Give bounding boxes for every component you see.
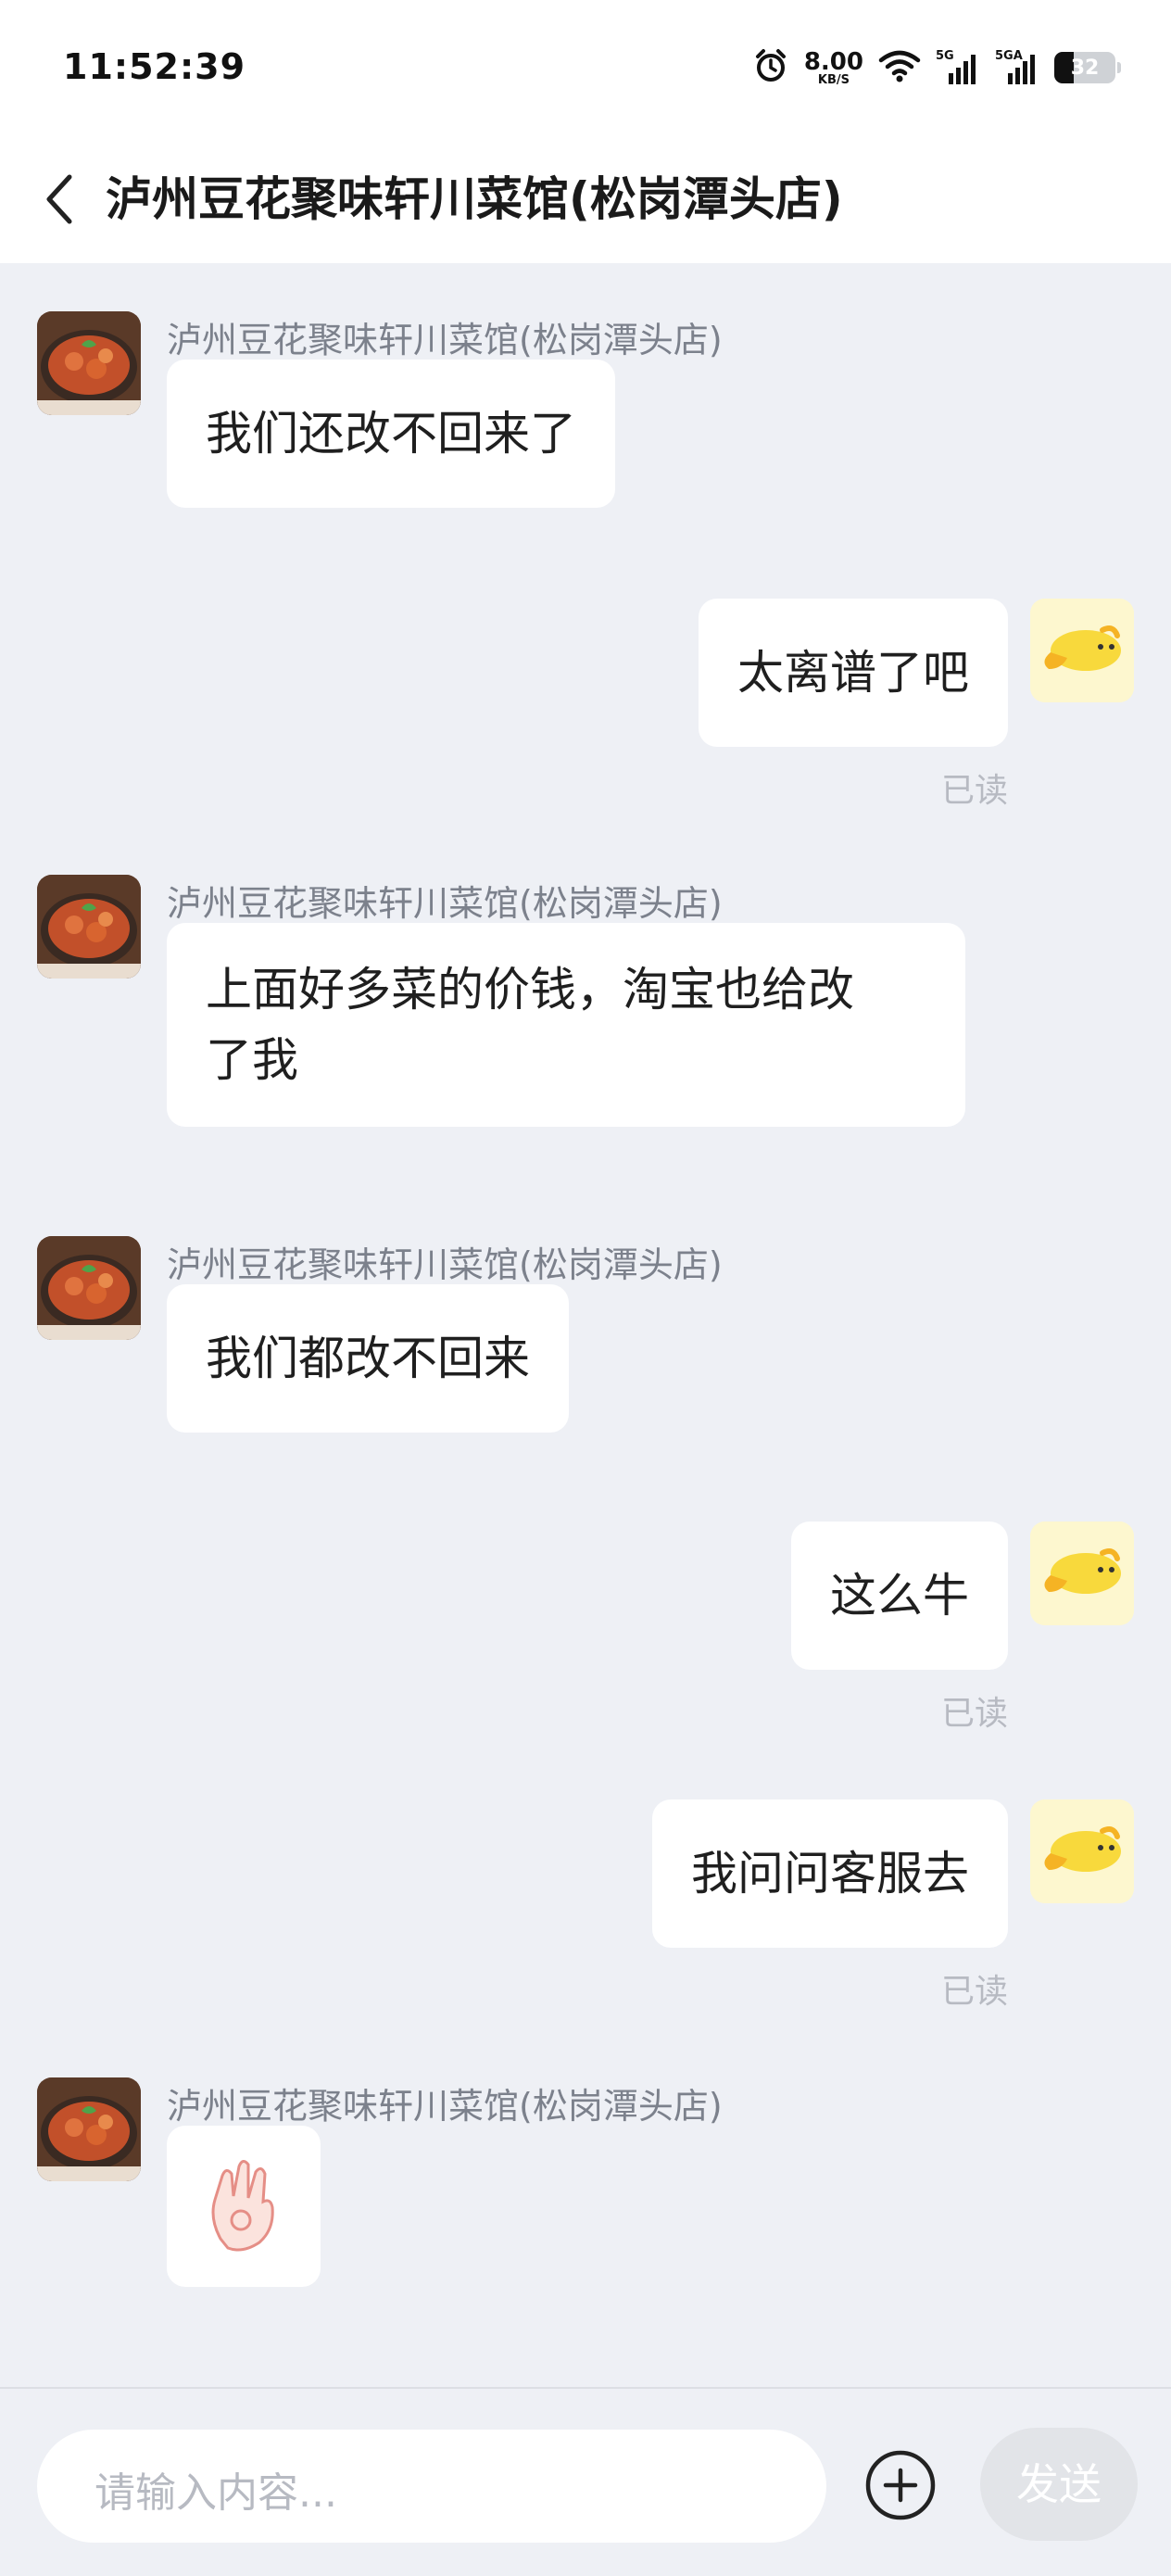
user-avatar[interactable] — [1030, 1799, 1134, 1903]
merchant-avatar[interactable] — [37, 2077, 141, 2181]
page-title: 泸州豆花聚味轩川菜馆(松岗潭头店) — [106, 172, 843, 226]
signal-5g-icon: 5G — [936, 49, 980, 86]
message-bubble[interactable]: 我们都改不回来 — [167, 1284, 569, 1433]
message-outgoing: 太离谱了吧 已读 — [0, 599, 1171, 810]
wifi-icon — [878, 49, 921, 86]
message-input[interactable]: 请输入内容... — [37, 2430, 826, 2543]
message-line: 了我 — [206, 1033, 298, 1087]
read-status: 已读 — [940, 1695, 1008, 1733]
merchant-avatar[interactable] — [37, 1236, 141, 1340]
status-icons: 8.00 KB/S 5G 5GA 32 — [752, 44, 1121, 91]
message-outgoing: 这么牛 已读 — [0, 1522, 1171, 1733]
message-outgoing: 我问问客服去 已读 — [0, 1799, 1171, 2011]
ok-hand-icon — [211, 2160, 274, 2252]
message-line: 上面好多菜的价钱，淘宝也给改 — [206, 963, 854, 1017]
battery-icon: 32 — [1054, 52, 1121, 83]
back-button[interactable] — [28, 167, 93, 232]
sender-name: 泸州豆花聚味轩川菜馆(松岗潭头店) — [167, 1244, 723, 1285]
header-bar: 泸州豆花聚味轩川菜馆(松岗潭头店) — [0, 139, 1171, 263]
sender-name: 泸州豆花聚味轩川菜馆(松岗潭头店) — [167, 320, 723, 360]
message-input-placeholder: 请输入内容... — [94, 2469, 337, 2517]
read-status: 已读 — [940, 1973, 1008, 2011]
message-bubble[interactable]: 这么牛 — [791, 1522, 1008, 1670]
chat-list[interactable]: 泸州豆花聚味轩川菜馆(松岗潭头店) 我们还改不回来了 太离谱了吧 已读 泸州豆花… — [0, 263, 1171, 2387]
message-incoming: 泸州豆花聚味轩川菜馆(松岗潭头店) 我们都改不回来 — [0, 1236, 1171, 1458]
status-time: 11:52:39 — [63, 46, 246, 87]
message-incoming: 泸州豆花聚味轩川菜馆(松岗潭头店) 上面好多菜的价钱，淘宝也给改 了我 — [0, 875, 1171, 1208]
sender-name: 泸州豆花聚味轩川菜馆(松岗潭头店) — [167, 883, 723, 924]
user-avatar[interactable] — [1030, 1522, 1134, 1625]
message-incoming: 泸州豆花聚味轩川菜馆(松岗潭头店) — [0, 2077, 1171, 2318]
merchant-avatar[interactable] — [37, 875, 141, 979]
read-status: 已读 — [940, 772, 1008, 810]
alarm-icon — [752, 47, 789, 88]
send-button[interactable]: 发送 — [980, 2428, 1138, 2541]
network-speed: 8.00 KB/S — [804, 50, 863, 86]
user-avatar[interactable] — [1030, 599, 1134, 702]
message-incoming: 泸州豆花聚味轩川菜馆(松岗潭头店) 我们还改不回来了 — [0, 311, 1171, 534]
composer-bar: 请输入内容... 发送 — [0, 2387, 1171, 2576]
chevron-left-icon — [46, 174, 72, 224]
signal-5ga-icon: 5GA — [995, 49, 1039, 86]
message-bubble[interactable]: 我们还改不回来了 — [167, 360, 615, 508]
network-speed-value: 8.00 — [803, 47, 863, 76]
message-bubble[interactable]: 我问问客服去 — [652, 1799, 1008, 1948]
plus-circle-icon — [865, 2450, 936, 2520]
sender-name: 泸州豆花聚味轩川菜馆(松岗潭头店) — [167, 2086, 723, 2127]
message-bubble[interactable]: 上面好多菜的价钱，淘宝也给改 了我 — [167, 923, 965, 1127]
message-bubble[interactable]: 太离谱了吧 — [699, 599, 1008, 747]
network-speed-unit: KB/S — [817, 72, 850, 87]
merchant-avatar[interactable] — [37, 311, 141, 415]
add-attachment-button[interactable] — [863, 2448, 938, 2522]
status-bar: 11:52:39 8.00 KB/S 5G 5GA 32 — [0, 0, 1171, 139]
sticker-bubble[interactable] — [167, 2126, 321, 2287]
battery-level: 32 — [1070, 56, 1100, 80]
